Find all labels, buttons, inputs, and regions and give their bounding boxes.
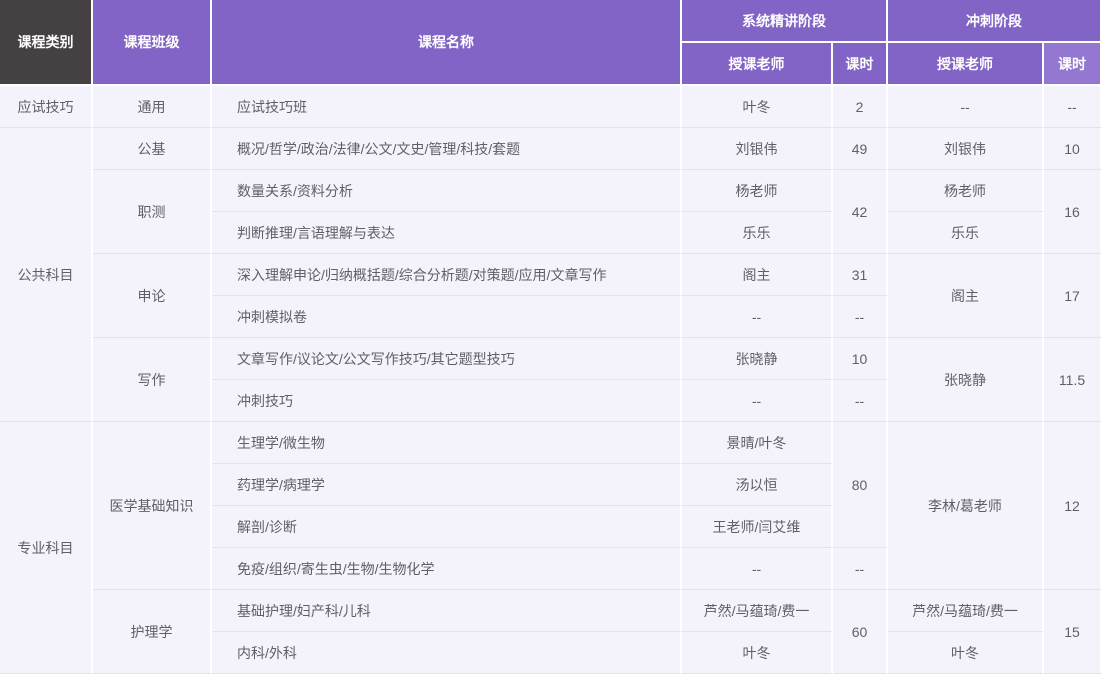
cell-course: 解剖/诊断 (212, 506, 682, 548)
cell-class: 写作 (93, 338, 212, 422)
cell-teacher-system: -- (682, 380, 833, 422)
cell-teacher-system: 杨老师 (682, 170, 833, 212)
cell-teacher-system: -- (682, 296, 833, 338)
header-row-groups: 课程类别 课程班级 课程名称 系统精讲阶段 冲刺阶段 (0, 0, 1102, 43)
cell-teacher-sprint: 张晓静 (888, 338, 1044, 422)
cell-course: 数量关系/资料分析 (212, 170, 682, 212)
cell-hours-sprint: 12 (1044, 422, 1102, 590)
cell-teacher-sprint: 芦然/马蕴琦/费一 (888, 590, 1044, 632)
cell-course: 判断推理/言语理解与表达 (212, 212, 682, 254)
header-teacher-system: 授课老师 (682, 43, 833, 86)
cell-class: 通用 (93, 86, 212, 128)
course-schedule-table: 课程类别 课程班级 课程名称 系统精讲阶段 冲刺阶段 授课老师 课时 授课老师 … (0, 0, 1102, 674)
cell-teacher-system: 叶冬 (682, 86, 833, 128)
cell-hours-system: -- (833, 296, 888, 338)
cell-class: 职测 (93, 170, 212, 254)
cell-course: 概况/哲学/政治/法律/公文/文史/管理/科技/套题 (212, 128, 682, 170)
cell-hours-sprint: 17 (1044, 254, 1102, 338)
header-group-system: 系统精讲阶段 (682, 0, 888, 43)
cell-teacher-system: 汤以恒 (682, 464, 833, 506)
cell-teacher-sprint: 杨老师 (888, 170, 1044, 212)
cell-teacher-system: 张晓静 (682, 338, 833, 380)
cell-class: 公基 (93, 128, 212, 170)
table-row: 写作 文章写作/议论文/公文写作技巧/其它题型技巧 张晓静 10 张晓静 11.… (0, 338, 1102, 380)
cell-course: 应试技巧班 (212, 86, 682, 128)
cell-hours-system: 60 (833, 590, 888, 674)
cell-course: 生理学/微生物 (212, 422, 682, 464)
cell-course: 药理学/病理学 (212, 464, 682, 506)
cell-course: 冲刺模拟卷 (212, 296, 682, 338)
cell-hours-system: -- (833, 548, 888, 590)
cell-hours-system: 10 (833, 338, 888, 380)
table-row: 公共科目 公基 概况/哲学/政治/法律/公文/文史/管理/科技/套题 刘银伟 4… (0, 128, 1102, 170)
cell-hours-system: 80 (833, 422, 888, 548)
cell-hours-sprint: 16 (1044, 170, 1102, 254)
cell-course: 冲刺技巧 (212, 380, 682, 422)
cell-teacher-system: -- (682, 548, 833, 590)
header-category: 课程类别 (0, 0, 93, 86)
cell-course: 基础护理/妇产科/儿科 (212, 590, 682, 632)
header-group-sprint: 冲刺阶段 (888, 0, 1102, 43)
cell-class: 医学基础知识 (93, 422, 212, 590)
header-class: 课程班级 (93, 0, 212, 86)
cell-course: 免疫/组织/寄生虫/生物/生物化学 (212, 548, 682, 590)
table-row: 申论 深入理解申论/归纳概括题/综合分析题/对策题/应用/文章写作 阁主 31 … (0, 254, 1102, 296)
header-hours-system: 课时 (833, 43, 888, 86)
table-row: 职测 数量关系/资料分析 杨老师 42 杨老师 16 (0, 170, 1102, 212)
cell-class: 护理学 (93, 590, 212, 674)
cell-course: 内科/外科 (212, 632, 682, 674)
cell-hours-sprint: 11.5 (1044, 338, 1102, 422)
cell-teacher-sprint: 李林/葛老师 (888, 422, 1044, 590)
cell-teacher-system: 阁主 (682, 254, 833, 296)
cell-teacher-system: 叶冬 (682, 632, 833, 674)
cell-teacher-system: 景晴/叶冬 (682, 422, 833, 464)
cell-teacher-sprint: 阁主 (888, 254, 1044, 338)
cell-teacher-system: 王老师/闫艾维 (682, 506, 833, 548)
cell-hours-system: 31 (833, 254, 888, 296)
cell-category: 应试技巧 (0, 86, 93, 128)
table-row: 应试技巧 通用 应试技巧班 叶冬 2 -- -- (0, 86, 1102, 128)
header-teacher-sprint: 授课老师 (888, 43, 1044, 86)
course-schedule-page: 课程类别 课程班级 课程名称 系统精讲阶段 冲刺阶段 授课老师 课时 授课老师 … (0, 0, 1102, 677)
cell-teacher-sprint: 叶冬 (888, 632, 1044, 674)
cell-course: 文章写作/议论文/公文写作技巧/其它题型技巧 (212, 338, 682, 380)
cell-teacher-system: 刘银伟 (682, 128, 833, 170)
cell-hours-system: 2 (833, 86, 888, 128)
cell-hours-sprint: 10 (1044, 128, 1102, 170)
cell-category: 公共科目 (0, 128, 93, 422)
cell-hours-sprint: -- (1044, 86, 1102, 128)
cell-teacher-system: 芦然/马蕴琦/费一 (682, 590, 833, 632)
cell-hours-sprint: 15 (1044, 590, 1102, 674)
cell-hours-system: -- (833, 380, 888, 422)
cell-teacher-sprint: 乐乐 (888, 212, 1044, 254)
cell-category: 专业科目 (0, 422, 93, 674)
header-course: 课程名称 (212, 0, 682, 86)
table-row: 护理学 基础护理/妇产科/儿科 芦然/马蕴琦/费一 60 芦然/马蕴琦/费一 1… (0, 590, 1102, 632)
cell-class: 申论 (93, 254, 212, 338)
cell-hours-system: 49 (833, 128, 888, 170)
cell-teacher-sprint: 刘银伟 (888, 128, 1044, 170)
cell-teacher-sprint: -- (888, 86, 1044, 128)
table-row: 专业科目 医学基础知识 生理学/微生物 景晴/叶冬 80 李林/葛老师 12 (0, 422, 1102, 464)
cell-teacher-system: 乐乐 (682, 212, 833, 254)
cell-hours-system: 42 (833, 170, 888, 254)
cell-course: 深入理解申论/归纳概括题/综合分析题/对策题/应用/文章写作 (212, 254, 682, 296)
header-hours-sprint: 课时 (1044, 43, 1102, 86)
